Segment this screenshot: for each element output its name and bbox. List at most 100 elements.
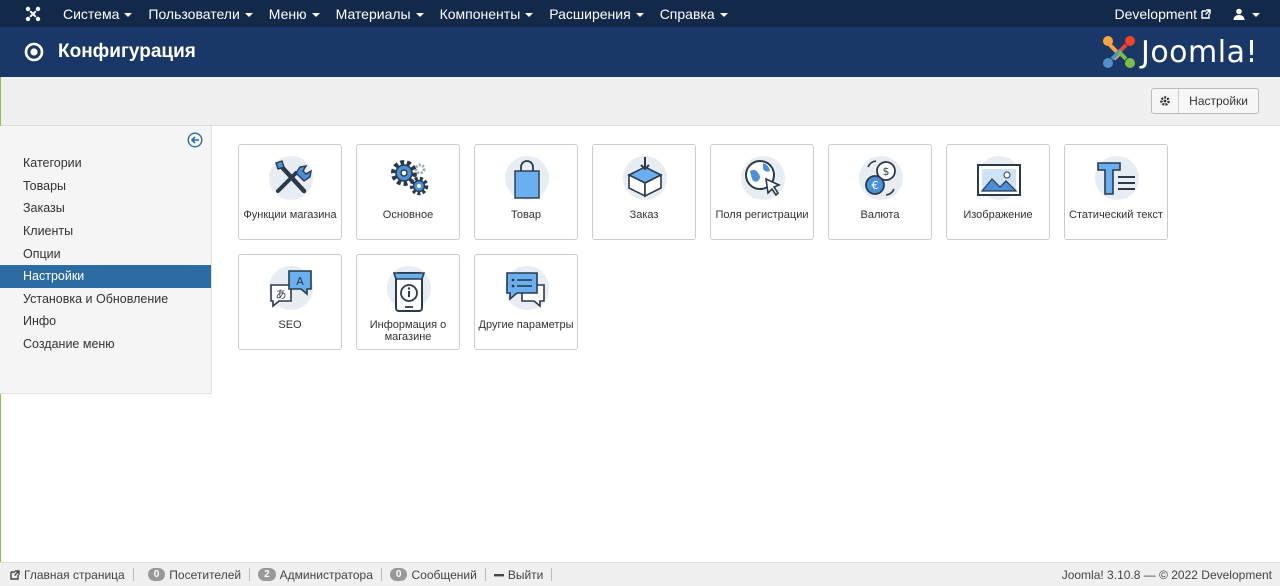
- sidebar-item-categories[interactable]: Категории: [0, 152, 211, 175]
- tile-currency[interactable]: $ € Валюта: [828, 144, 932, 240]
- status-bar: Главная страница 0 Посетителей 2 Админис…: [0, 562, 1280, 586]
- chat-icon: [505, 266, 549, 310]
- main-menu: Система Пользователи Меню Материалы Комп…: [55, 0, 736, 27]
- svg-text:あ: あ: [276, 288, 287, 301]
- svg-text:€: €: [872, 179, 879, 192]
- minus-icon: [493, 573, 504, 576]
- shopping-bag-icon: [505, 156, 549, 200]
- caret-down-icon: [415, 12, 424, 17]
- sidebar-item-create-menu[interactable]: Создание меню: [0, 333, 211, 356]
- sidebar-item-settings[interactable]: Настройки: [0, 264, 211, 288]
- caret-down-icon: [124, 12, 133, 17]
- menu-label: Расширения: [549, 5, 631, 22]
- footer-home-link[interactable]: Главная страница: [0, 567, 134, 582]
- menu-label: Материалы: [335, 5, 411, 22]
- tile-image[interactable]: Изображение: [946, 144, 1050, 240]
- caret-down-icon: [635, 12, 644, 17]
- menu-menus[interactable]: Меню: [261, 0, 328, 27]
- external-link-icon: [1201, 8, 1211, 19]
- svg-text:$: $: [883, 165, 890, 178]
- caret-down-icon: [244, 12, 253, 17]
- footer-admins[interactable]: 2 Администратора: [250, 567, 382, 582]
- image-icon: [977, 156, 1021, 200]
- tile-registration-fields[interactable]: Поля регистрации: [710, 144, 814, 240]
- translate-icon: あ A: [269, 266, 313, 310]
- page-title: Конфигурация: [58, 41, 196, 62]
- footer-home-label: Главная страница: [24, 567, 125, 582]
- tile-label: Функции магазина: [243, 209, 337, 221]
- user-icon: [1233, 8, 1245, 20]
- settings-button[interactable]: Настройки: [1151, 88, 1259, 114]
- sidebar-collapse-icon[interactable]: [187, 132, 203, 148]
- joomla-logo-icon[interactable]: [19, 0, 47, 27]
- messages-label: Сообщений: [411, 567, 477, 582]
- joomla-brand-text: Joomla!: [1140, 34, 1258, 70]
- tile-general[interactable]: Основное: [356, 144, 460, 240]
- sidebar-item-orders[interactable]: Заказы: [0, 197, 211, 220]
- gears-icon: [391, 160, 429, 196]
- sidebar-item-options[interactable]: Опции: [0, 242, 211, 265]
- tile-other-parameters[interactable]: Другие параметры: [474, 254, 578, 350]
- menu-extensions[interactable]: Расширения: [541, 0, 651, 27]
- menu-users[interactable]: Пользователи: [140, 0, 260, 27]
- admins-count-badge: 2: [258, 568, 276, 581]
- caret-down-icon: [1252, 12, 1260, 17]
- globe-cursor-icon: [741, 156, 785, 200]
- footer-logout[interactable]: Выйти: [486, 567, 553, 582]
- tools-icon: [269, 156, 313, 200]
- joomla-brand: Joomla!: [1101, 34, 1258, 70]
- sidebar-item-clients[interactable]: Клиенты: [0, 220, 211, 243]
- tile-order[interactable]: Заказ: [592, 144, 696, 240]
- menu-components[interactable]: Компоненты: [432, 0, 542, 27]
- tile-label: Изображение: [963, 209, 1033, 221]
- navbar-right: Development: [1115, 0, 1280, 27]
- page-header: Конфигурация Joomla!: [0, 27, 1280, 77]
- caret-down-icon: [525, 12, 534, 17]
- user-menu[interactable]: [1233, 8, 1280, 20]
- sidebar-item-install-update[interactable]: Установка и Обновление: [0, 288, 211, 311]
- site-link-label: Development: [1114, 5, 1198, 22]
- menu-label: Система: [63, 5, 120, 22]
- toolbar: Настройки: [0, 77, 1280, 126]
- caret-down-icon: [311, 12, 320, 17]
- top-navbar: Система Пользователи Меню Материалы Комп…: [0, 0, 1280, 27]
- tile-store-info[interactable]: Информация о магазине: [356, 254, 460, 350]
- tile-label: Другие параметры: [478, 319, 574, 331]
- tile-label: SEO: [278, 319, 302, 331]
- site-link[interactable]: Development: [1115, 6, 1234, 22]
- sidebar-item-products[interactable]: Товары: [0, 175, 211, 198]
- tile-label: Заказ: [629, 209, 659, 221]
- menu-content[interactable]: Материалы: [328, 0, 432, 27]
- tile-label: Основное: [382, 209, 434, 221]
- menu-system[interactable]: Система: [55, 0, 140, 27]
- tile-label: Статический текст: [1069, 209, 1163, 221]
- footer-messages[interactable]: 0 Сообщений: [382, 567, 486, 582]
- store-info-icon: [387, 266, 431, 312]
- box-icon: [623, 156, 667, 200]
- logout-label: Выйти: [507, 567, 544, 582]
- tile-product[interactable]: Товар: [474, 144, 578, 240]
- menu-label: Справка: [659, 5, 715, 22]
- sidebar: Категории Товары Заказы Клиенты Опции На…: [0, 126, 212, 394]
- external-link-icon: [10, 569, 20, 580]
- tile-seo[interactable]: あ A SEO: [238, 254, 342, 350]
- footer-copyright: Joomla! 3.10.8 — © 2022 Development: [1061, 567, 1272, 582]
- tile-label: Товар: [511, 209, 541, 221]
- menu-label: Пользователи: [148, 5, 240, 22]
- sidebar-list: Категории Товары Заказы Клиенты Опции На…: [0, 152, 211, 355]
- tile-static-text[interactable]: Статический текст: [1064, 144, 1168, 240]
- currency-icon: $ €: [859, 156, 903, 200]
- footer-visitors[interactable]: 0 Посетителей: [134, 567, 251, 582]
- messages-count-badge: 0: [389, 568, 408, 581]
- admins-label: Администратора: [279, 567, 373, 582]
- gear-icon: [1152, 89, 1180, 113]
- menu-help[interactable]: Справка: [652, 0, 736, 27]
- tile-shop-functions[interactable]: Функции магазина: [238, 144, 342, 240]
- visitors-count-badge: 0: [147, 568, 166, 581]
- menu-label: Меню: [268, 5, 307, 22]
- menu-label: Компоненты: [439, 5, 521, 22]
- sidebar-item-info[interactable]: Инфо: [0, 310, 211, 333]
- visitors-label: Посетителей: [169, 567, 242, 582]
- tile-label: Информация о магазине: [369, 319, 447, 343]
- tile-label: Поля регистрации: [715, 209, 809, 221]
